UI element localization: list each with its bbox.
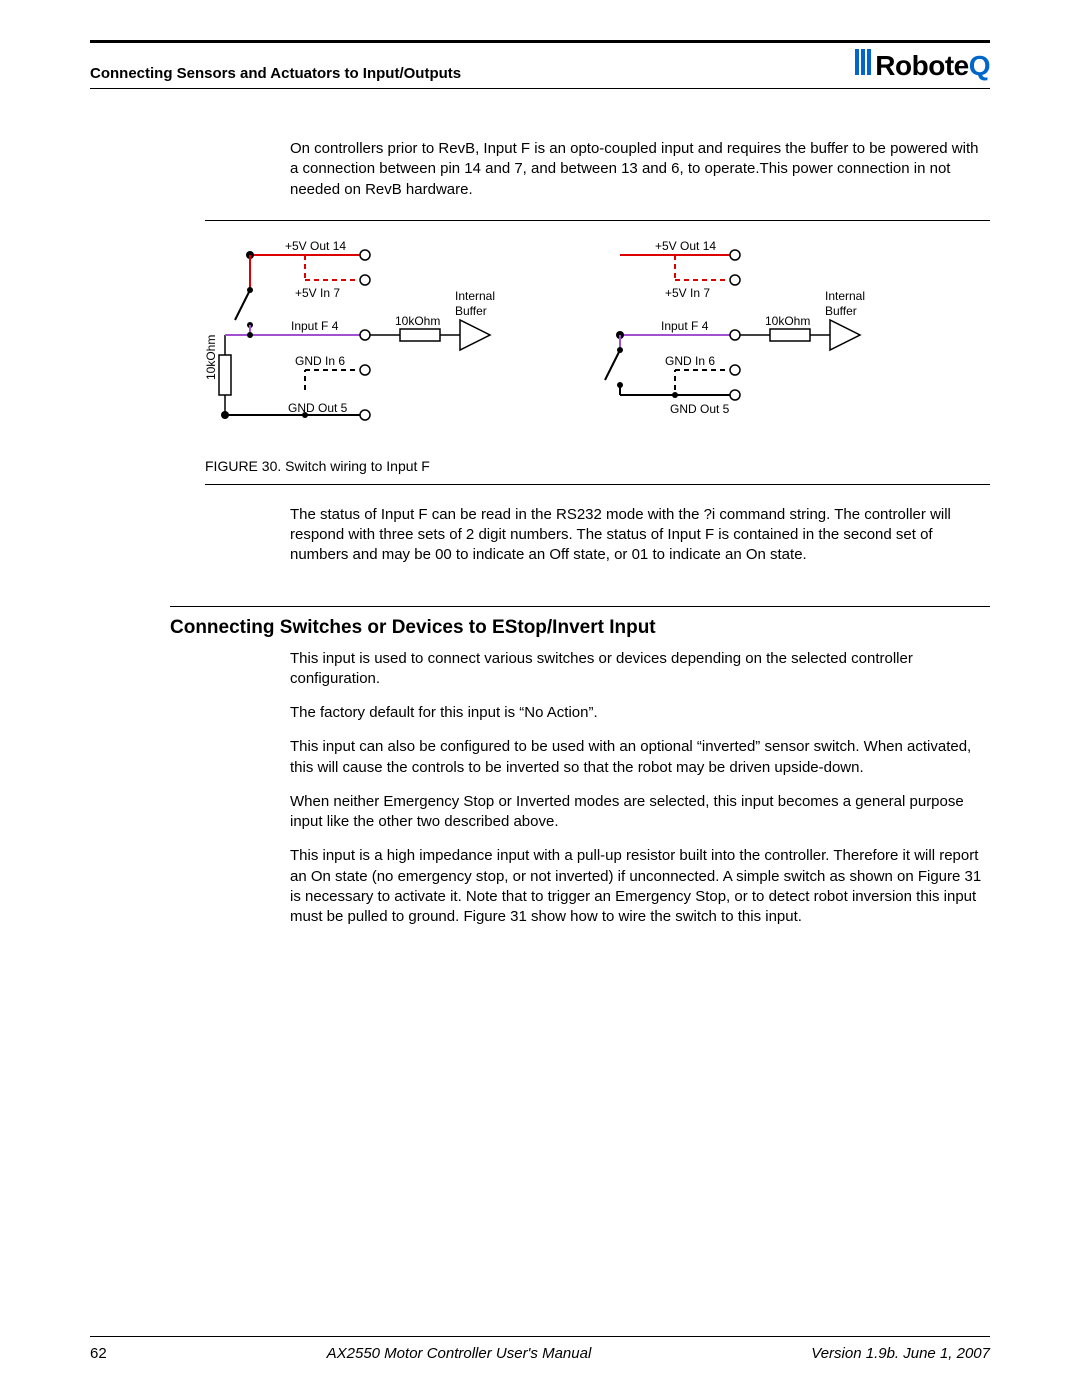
content-area: On controllers prior to RevB, Input F is… <box>90 139 990 927</box>
logo-text-q: Q <box>969 50 990 82</box>
header-section-title: Connecting Sensors and Actuators to Inpu… <box>90 65 461 82</box>
footer: 62 AX2550 Motor Controller User's Manual… <box>90 1336 990 1362</box>
schematic-svg: +5V Out 14 +5V In 7 Input F 4 10kOhm Int… <box>205 235 945 445</box>
paragraph: This input can also be configured to be … <box>290 737 990 778</box>
label: Internal <box>825 289 865 303</box>
paragraph: The factory default for this input is “N… <box>290 703 990 723</box>
footer-version: Version 1.9b. June 1, 2007 <box>811 1345 990 1362</box>
figure-caption: FIGURE 30. Switch wiring to Input F <box>205 458 990 485</box>
logo-text-main: Robote <box>875 50 968 82</box>
label: 10kOhm <box>395 314 440 328</box>
page: Connecting Sensors and Actuators to Inpu… <box>0 0 1080 1397</box>
paragraph: The status of Input F can be read in the… <box>290 505 990 566</box>
label: +5V Out 14 <box>655 239 716 253</box>
label: Buffer <box>455 304 487 318</box>
label: GND In 6 <box>665 354 715 368</box>
label: +5V In 7 <box>295 286 340 300</box>
label: Buffer <box>825 304 857 318</box>
section-heading: Connecting Switches or Devices to EStop/… <box>170 617 990 639</box>
label: Input F 4 <box>661 319 709 333</box>
header-bar: Connecting Sensors and Actuators to Inpu… <box>90 40 990 89</box>
label: Input F 4 <box>291 319 339 333</box>
page-number: 62 <box>90 1345 107 1362</box>
paragraph: On controllers prior to RevB, Input F is… <box>290 139 990 200</box>
section-header: Connecting Switches or Devices to EStop/… <box>170 606 990 639</box>
label: Internal <box>455 289 495 303</box>
paragraph: This input is a high impedance input wit… <box>290 846 990 927</box>
logo-bars-icon <box>855 49 873 82</box>
figure-30: +5V Out 14 +5V In 7 Input F 4 10kOhm Int… <box>205 220 990 450</box>
label: 10kOhm <box>205 334 218 379</box>
footer-title: AX2550 Motor Controller User's Manual <box>327 1345 592 1362</box>
label: GND Out 5 <box>670 402 730 416</box>
label: GND In 6 <box>295 354 345 368</box>
label: +5V Out 14 <box>285 239 346 253</box>
logo: RoboteQ <box>855 49 990 82</box>
label: 10kOhm <box>765 314 810 328</box>
label: +5V In 7 <box>665 286 710 300</box>
paragraph: When neither Emergency Stop or Inverted … <box>290 792 990 833</box>
paragraph: This input is used to connect various sw… <box>290 649 990 690</box>
label: GND Out 5 <box>288 401 348 415</box>
